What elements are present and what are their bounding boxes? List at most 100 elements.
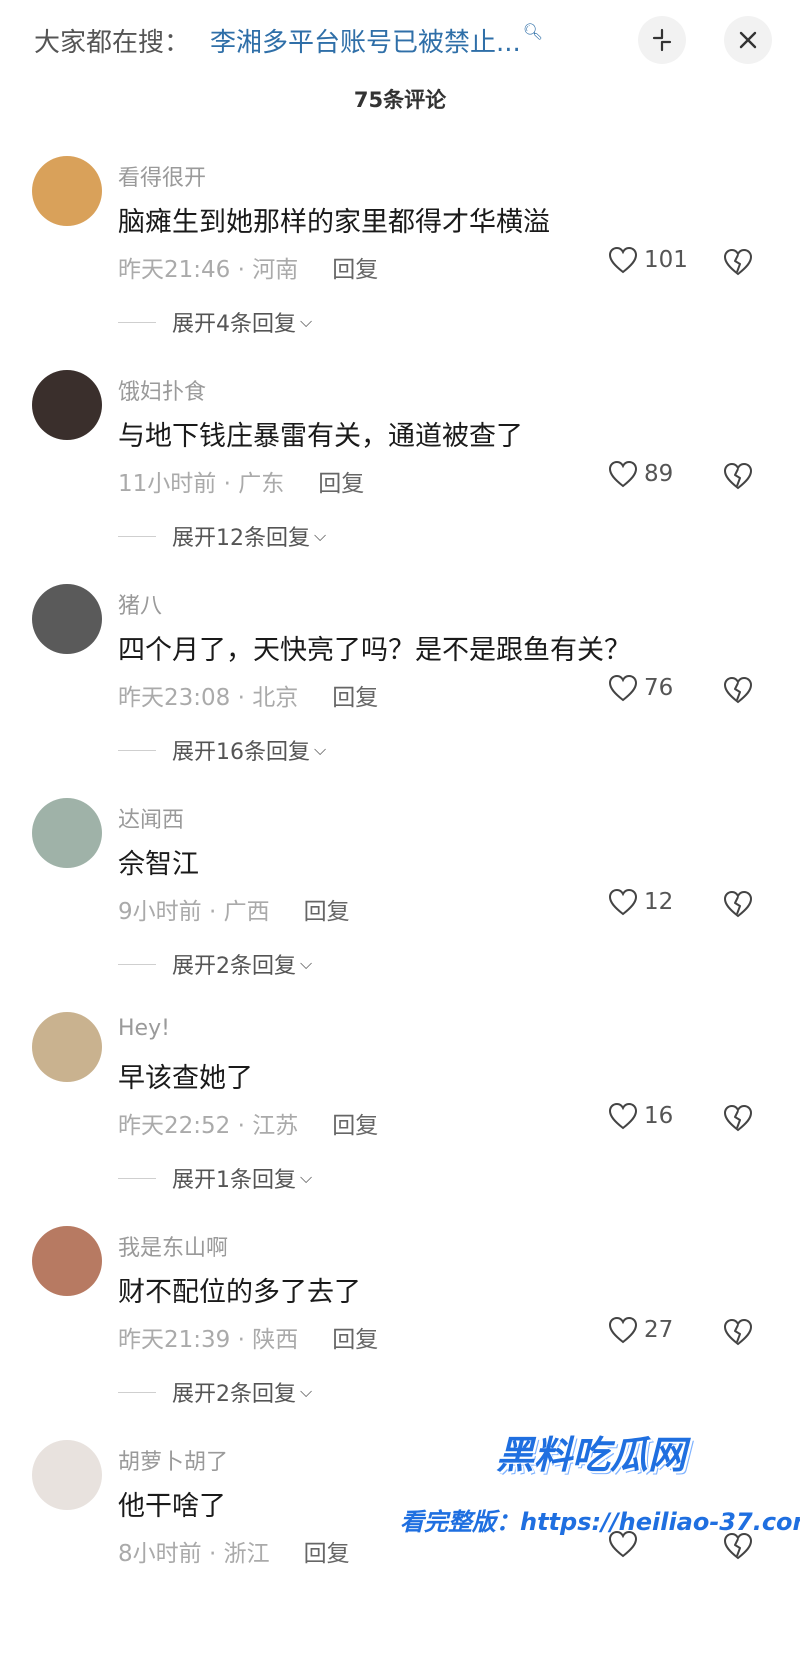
- expand-replies-button[interactable]: 展开2条回复 ⌵: [118, 1376, 312, 1408]
- dislike-button[interactable]: [722, 1104, 754, 1136]
- comment-text: 与地下钱庄暴雷有关，通道被查了: [118, 421, 523, 452]
- expand-replies-button[interactable]: 展开2条回复 ⌵: [118, 948, 312, 980]
- chevron-down-icon: ⌵: [300, 1382, 313, 1401]
- username[interactable]: 达闻西: [118, 802, 184, 834]
- comment-text: 财不配位的多了去了: [118, 1277, 361, 1308]
- comment-count: 75条评论: [353, 88, 447, 112]
- avatar[interactable]: [32, 370, 102, 440]
- avatar[interactable]: [32, 1440, 102, 1510]
- like-count: 89: [644, 461, 674, 487]
- comment-time: 昨天22:52: [118, 1113, 231, 1139]
- like-button[interactable]: 12: [608, 888, 673, 916]
- expand-label: 展开16条回复: [172, 740, 310, 765]
- divider-line: [118, 535, 156, 537]
- comment-meta: 昨天21:39 · 陕西 回复: [118, 1320, 378, 1354]
- heart-icon: [608, 460, 638, 488]
- reply-button[interactable]: 回复: [304, 1541, 350, 1567]
- comment-meta: 昨天21:46 · 河南 回复: [118, 250, 378, 284]
- dislike-button[interactable]: [722, 462, 754, 494]
- broken-heart-icon: [723, 1318, 753, 1346]
- divider-line: [118, 1177, 156, 1179]
- comment-item: 达闻西 佘智江 9小时前 · 广西 回复 12 展开2条回复 ⌵: [0, 798, 800, 1012]
- watermark: 黑料吃瓜网 看完整版：https://heiliao-37.com: [390, 1420, 800, 1576]
- broken-heart-icon: [723, 248, 753, 276]
- dislike-button[interactable]: [722, 248, 754, 280]
- chevron-down-icon: ⌵: [300, 954, 313, 973]
- expand-replies-button[interactable]: 展开16条回复 ⌵: [118, 734, 326, 766]
- avatar[interactable]: [32, 584, 102, 654]
- like-count: 76: [644, 675, 674, 701]
- expand-replies-button[interactable]: 展开4条回复 ⌵: [118, 306, 312, 338]
- comment-item: Hey! 早该查她了昨天22:52 · 江苏 回复 16 展开1条回复 ⌵: [0, 1012, 800, 1226]
- avatar[interactable]: [32, 1226, 102, 1296]
- comment-location: 江苏: [252, 1113, 299, 1139]
- collapse-button[interactable]: [638, 16, 686, 64]
- comment-time: 昨天21:39: [118, 1327, 231, 1353]
- broken-heart-icon: [723, 1104, 753, 1132]
- avatar[interactable]: [32, 156, 102, 226]
- expand-replies-button[interactable]: 展开12条回复 ⌵: [118, 520, 326, 552]
- meta-dot: ·: [230, 257, 253, 283]
- comment-location: 北京: [252, 685, 299, 711]
- comment-item: 饿妇扑食与地下钱庄暴雷有关，通道被查了 11小时前 · 广东 回复 89 展开12条回复…: [0, 370, 800, 584]
- comment-text: 早该查她了: [118, 1063, 253, 1094]
- heart-icon: [608, 1316, 638, 1344]
- comment-text: 佘智江: [118, 849, 199, 880]
- comment-location: 广西: [223, 899, 270, 925]
- like-button[interactable]: 27: [608, 1316, 673, 1344]
- comment-time: 11小时前: [118, 471, 217, 497]
- meta-dot: ·: [216, 471, 239, 497]
- like-count: 27: [644, 1317, 674, 1343]
- username[interactable]: Hey!: [118, 1016, 170, 1041]
- reply-button[interactable]: 回复: [332, 1327, 378, 1353]
- divider-line: [118, 1391, 156, 1393]
- collapse-icon: [652, 28, 672, 52]
- comment-time: 昨天21:46: [118, 257, 231, 283]
- like-count: 12: [644, 889, 674, 915]
- dislike-button[interactable]: [722, 676, 754, 708]
- comment-text: 脑瘫生到她那样的家里都得才华横溢: [118, 207, 550, 238]
- meta-dot: ·: [230, 1113, 253, 1139]
- heart-icon: [608, 1102, 638, 1130]
- search-icon: 🔍︎: [522, 22, 544, 41]
- username[interactable]: 饿妇扑食: [118, 374, 206, 406]
- watermark-title: 黑料吃瓜网: [496, 1433, 687, 1477]
- comment-meta: 8小时前 · 浙江 回复: [118, 1534, 350, 1568]
- trending-search-link[interactable]: 李湘多平台账号已被禁止... 🔍︎: [210, 22, 543, 59]
- meta-dot: ·: [201, 1541, 224, 1567]
- comment-meta: 昨天22:52 · 江苏 回复: [118, 1106, 378, 1140]
- expand-replies-button[interactable]: 展开1条回复 ⌵: [118, 1162, 312, 1194]
- like-button[interactable]: 89: [608, 460, 673, 488]
- top-bar: 大家都在搜： 李湘多平台账号已被禁止... 🔍︎: [0, 0, 800, 80]
- like-button[interactable]: 101: [608, 246, 688, 274]
- comment-location: 广东: [238, 471, 285, 497]
- reply-button[interactable]: 回复: [318, 471, 364, 497]
- chevron-down-icon: ⌵: [300, 312, 313, 331]
- heart-icon: [608, 888, 638, 916]
- reply-button[interactable]: 回复: [332, 257, 378, 283]
- comment-time: 昨天23:08: [118, 685, 231, 711]
- chevron-down-icon: ⌵: [314, 526, 327, 545]
- reply-button[interactable]: 回复: [332, 685, 378, 711]
- chevron-down-icon: ⌵: [314, 740, 327, 759]
- reply-button[interactable]: 回复: [304, 899, 350, 925]
- meta-dot: ·: [230, 1327, 253, 1353]
- username[interactable]: 我是东山啊: [118, 1230, 228, 1262]
- expand-label: 展开1条回复: [172, 1168, 296, 1193]
- username[interactable]: 猪八: [118, 588, 162, 620]
- avatar[interactable]: [32, 1012, 102, 1082]
- like-count: 16: [644, 1103, 674, 1129]
- username[interactable]: 胡萝卜胡了: [118, 1444, 228, 1476]
- search-prefix: 大家都在搜：: [34, 28, 191, 58]
- like-button[interactable]: 76: [608, 674, 673, 702]
- close-button[interactable]: [724, 16, 772, 64]
- divider-line: [118, 963, 156, 965]
- dislike-button[interactable]: [722, 1318, 754, 1350]
- reply-button[interactable]: 回复: [332, 1113, 378, 1139]
- dislike-button[interactable]: [722, 890, 754, 922]
- like-button[interactable]: 16: [608, 1102, 673, 1130]
- like-count: 101: [644, 247, 688, 273]
- username[interactable]: 看得很开: [118, 160, 206, 192]
- avatar[interactable]: [32, 798, 102, 868]
- comment-text: 他干啥了: [118, 1491, 226, 1522]
